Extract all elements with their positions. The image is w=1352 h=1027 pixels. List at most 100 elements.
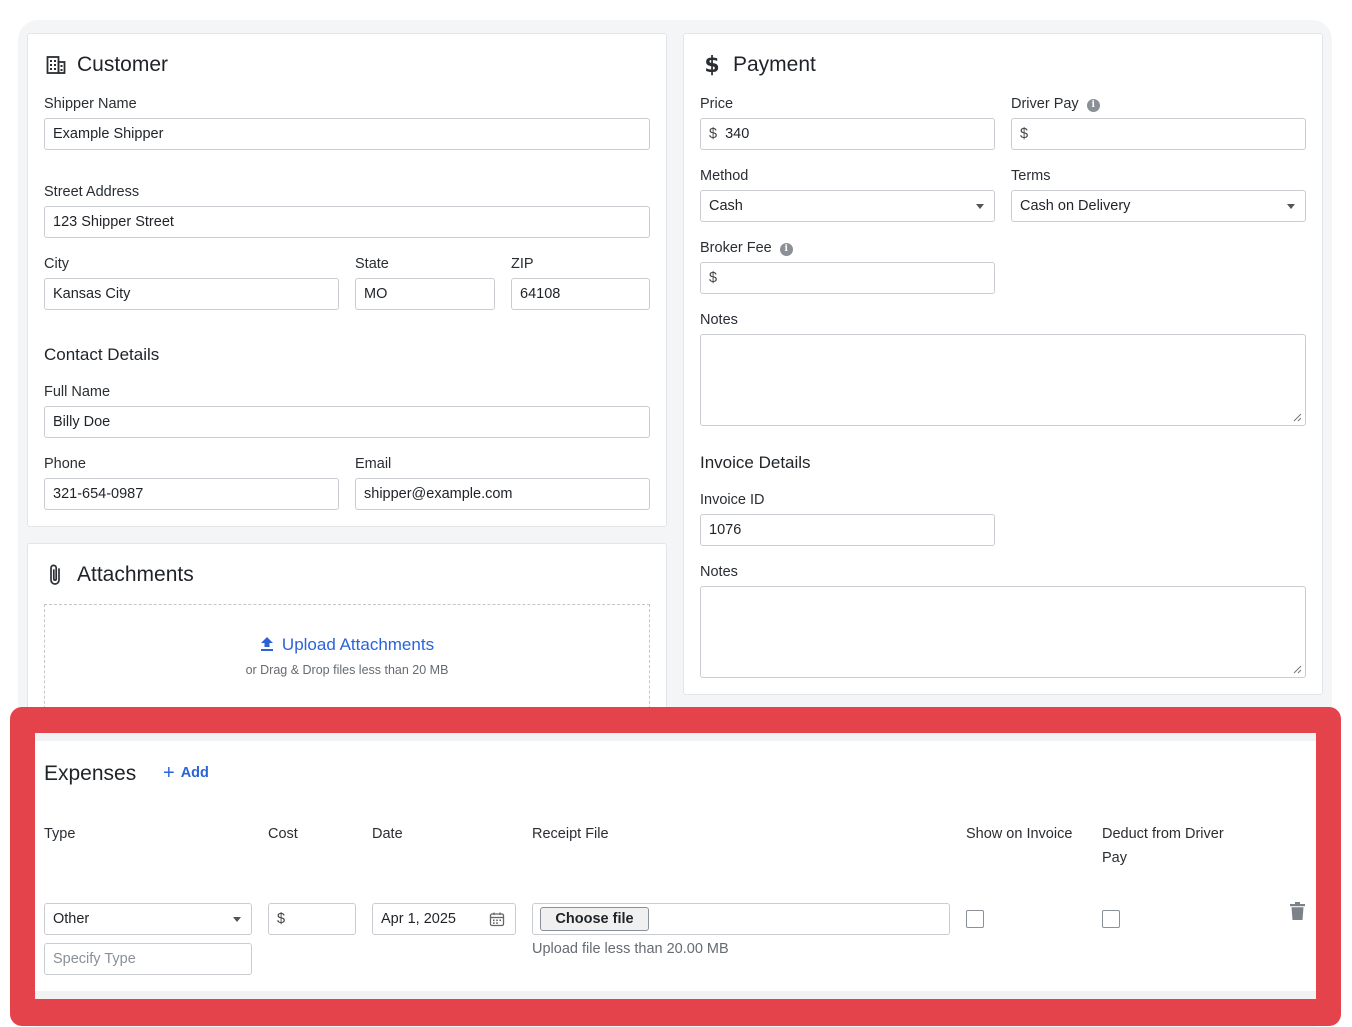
state-value: MO [364, 286, 388, 302]
chevron-down-icon [976, 204, 984, 209]
invoice-id-label: Invoice ID [700, 492, 765, 508]
upload-hint: or Drag & Drop files less than 20 MB [245, 663, 449, 677]
specify-type-placeholder: Specify Type [53, 951, 136, 967]
driver-pay-currency-prefix: $ [1020, 126, 1029, 142]
phone-value: 321-654-0987 [53, 486, 144, 502]
email-label: Email [355, 456, 392, 472]
attachments-card: Attachments Upload Attachments or Drag &… [27, 543, 667, 723]
file-size-hint: Upload file less than 20.00 MB [532, 941, 729, 957]
choose-file-button[interactable]: Choose file [540, 907, 649, 931]
expense-type-value: Other [53, 911, 90, 927]
chevron-down-icon [1287, 204, 1295, 209]
email-value: shipper@example.com [364, 486, 513, 502]
method-value: Cash [709, 198, 743, 214]
chevron-down-icon [233, 917, 241, 922]
broker-fee-label: Broker Fee i [700, 240, 793, 256]
city-value: Kansas City [53, 286, 131, 302]
city-input[interactable]: Kansas City [44, 278, 339, 310]
method-label: Method [700, 168, 749, 184]
city-label: City [44, 256, 69, 272]
dollar-icon: $ [704, 52, 720, 78]
shipper-name-value: Example Shipper [53, 126, 164, 142]
street-address-label: Street Address [44, 184, 140, 200]
driver-pay-label-text: Driver Pay [1011, 96, 1079, 112]
column-header-deduct: Deduct from Driver Pay [1102, 826, 1224, 866]
state-input[interactable]: MO [355, 278, 495, 310]
payment-card: $ Payment Price $ 340 Driver Pay i $ Meth… [683, 33, 1323, 695]
broker-fee-input[interactable]: $ [700, 262, 995, 294]
payment-title: $ Payment [701, 52, 816, 78]
invoice-notes-textarea[interactable] [700, 586, 1306, 678]
column-header-type: Type [44, 826, 76, 842]
method-select[interactable]: Cash [700, 190, 995, 222]
info-icon[interactable]: i [779, 242, 793, 256]
invoice-id-value: 1076 [709, 522, 742, 538]
column-header-cost: Cost [268, 826, 298, 842]
trash-icon[interactable] [1290, 902, 1305, 925]
attachments-dropzone[interactable]: Upload Attachments or Drag & Drop files … [44, 604, 650, 714]
zip-value: 64108 [520, 286, 561, 302]
payment-title-text: Payment [733, 53, 816, 76]
column-header-show-on-invoice: Show on Invoice [966, 826, 1073, 842]
price-currency-prefix: $ [709, 126, 718, 142]
attachments-title-text: Attachments [77, 563, 194, 586]
broker-fee-currency-prefix: $ [709, 270, 718, 286]
zip-input[interactable]: 64108 [511, 278, 650, 310]
expense-cost-input[interactable]: $ [268, 903, 356, 935]
resize-grip-icon[interactable] [1293, 413, 1302, 422]
deduct-driver-pay-checkbox[interactable] [1102, 910, 1120, 928]
add-expense-button[interactable]: + Add [163, 762, 209, 784]
upload-attachments-label: Upload Attachments [281, 635, 435, 654]
terms-label: Terms [1011, 168, 1051, 184]
expense-type-select[interactable]: Other [44, 903, 252, 935]
street-address-input[interactable]: 123 Shipper Street [44, 206, 650, 238]
calendar-icon[interactable] [489, 911, 505, 931]
customer-title-text: Customer [77, 53, 169, 76]
contact-details-title: Contact Details [44, 345, 160, 364]
receipt-file-input[interactable]: Choose file [532, 903, 950, 935]
building-icon [45, 54, 67, 76]
terms-select[interactable]: Cash on Delivery [1011, 190, 1306, 222]
payment-notes-textarea[interactable] [700, 334, 1306, 426]
specify-type-input[interactable]: Specify Type [44, 943, 252, 975]
cost-currency-prefix: $ [277, 911, 286, 927]
expenses-section: Expenses + Add Type Cost Date Receipt Fi… [35, 733, 1316, 999]
phone-label: Phone [44, 456, 86, 472]
column-header-receipt: Receipt File [532, 826, 609, 842]
phone-input[interactable]: 321-654-0987 [44, 478, 339, 510]
price-label: Price [700, 96, 734, 112]
upload-attachments-link[interactable]: Upload Attachments [45, 635, 649, 657]
payment-notes-label: Notes [700, 312, 738, 328]
customer-title: Customer [45, 53, 168, 77]
full-name-value: Billy Doe [53, 414, 111, 430]
shipper-name-input[interactable]: Example Shipper [44, 118, 650, 150]
expense-date-value: Apr 1, 2025 [381, 911, 456, 927]
add-expense-label: Add [180, 765, 209, 781]
plus-icon: + [163, 762, 175, 784]
invoice-notes-label: Notes [700, 564, 738, 580]
upload-icon [260, 636, 274, 657]
price-input[interactable]: $ 340 [700, 118, 995, 150]
paperclip-icon [45, 564, 67, 586]
street-address-value: 123 Shipper Street [53, 214, 174, 230]
driver-pay-label: Driver Pay i [1011, 96, 1100, 112]
expense-date-input[interactable]: Apr 1, 2025 [372, 903, 516, 935]
price-value: 340 [725, 126, 750, 142]
invoice-details-title: Invoice Details [700, 453, 811, 472]
email-input[interactable]: shipper@example.com [355, 478, 650, 510]
terms-value: Cash on Delivery [1020, 198, 1131, 214]
attachments-title: Attachments [45, 563, 194, 587]
shipper-name-label: Shipper Name [44, 96, 137, 112]
state-label: State [355, 256, 389, 272]
full-name-label: Full Name [44, 384, 111, 400]
broker-fee-label-text: Broker Fee [700, 240, 772, 256]
customer-card: Customer Shipper Name Example Shipper St… [27, 33, 667, 527]
invoice-id-input[interactable]: 1076 [700, 514, 995, 546]
info-icon[interactable]: i [1086, 98, 1100, 112]
driver-pay-input[interactable]: $ [1011, 118, 1306, 150]
resize-grip-icon[interactable] [1293, 665, 1302, 674]
show-on-invoice-checkbox[interactable] [966, 910, 984, 928]
column-header-date: Date [372, 826, 403, 842]
full-name-input[interactable]: Billy Doe [44, 406, 650, 438]
zip-label: ZIP [511, 256, 534, 272]
